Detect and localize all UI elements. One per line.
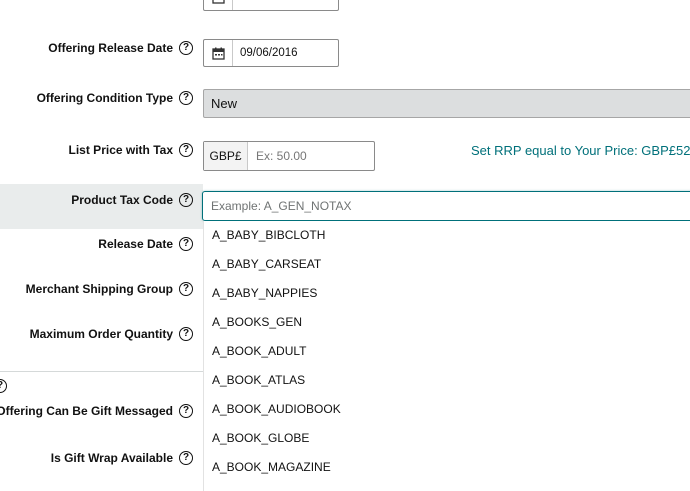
product-tax-code-input[interactable]: [203, 192, 690, 220]
question-circle-icon[interactable]: ?: [179, 192, 193, 207]
question-circle-icon[interactable]: ?: [0, 379, 7, 393]
calendar-icon[interactable]: [204, 0, 233, 10]
list-price-input[interactable]: [248, 142, 368, 170]
product-tax-code-field[interactable]: [202, 191, 690, 221]
merchant-shipping-group-label: Merchant Shipping Group?: [0, 281, 193, 296]
dropdown-option[interactable]: A_BABY_BIBCLOTH: [212, 228, 325, 242]
dropdown-option[interactable]: A_BABY_NAPPIES: [212, 286, 317, 300]
question-circle-icon[interactable]: ?: [179, 142, 193, 157]
product-tax-code-label: Product Tax Code?: [0, 192, 193, 207]
question-circle-icon[interactable]: ?: [179, 450, 193, 465]
dropdown-option[interactable]: A_BABY_CARSEAT: [212, 257, 321, 271]
gift-wrap-label: Is Gift Wrap Available?: [0, 450, 193, 465]
offering-condition-type-label: Offering Condition Type?: [0, 90, 193, 105]
release-date-label: Release Date?: [0, 236, 193, 251]
question-circle-icon[interactable]: ?: [179, 90, 193, 105]
top-date-field[interactable]: DD/MM/YYYY: [203, 0, 339, 11]
offering-condition-type-select[interactable]: New: [203, 89, 690, 118]
dropdown-option[interactable]: A_BOOK_ATLAS: [212, 373, 305, 387]
offering-release-date-value: 09/06/2016: [240, 47, 298, 59]
list-price-label: List Price with Tax?: [0, 142, 193, 157]
question-circle-icon[interactable]: ?: [179, 236, 193, 251]
section-divider: [0, 371, 203, 372]
set-rrp-link[interactable]: Set RRP equal to Your Price: GBP£52.10: [471, 143, 690, 158]
maximum-order-quantity-label: Maximum Order Quantity?: [0, 326, 193, 341]
currency-prefix: GBP£: [204, 142, 248, 170]
offering-release-date-label: Offering Release Date?: [0, 40, 193, 55]
gift-messaged-label: Offering Can Be Gift Messaged?: [0, 403, 193, 418]
calendar-icon[interactable]: [204, 40, 233, 66]
dropdown-option[interactable]: A_BOOKS_GEN: [212, 315, 302, 329]
question-circle-icon[interactable]: ?: [179, 326, 193, 341]
question-circle-icon[interactable]: ?: [179, 403, 193, 418]
dropdown-option[interactable]: A_BOOK_MAGAZINE: [212, 460, 331, 474]
dropdown-option[interactable]: A_BOOK_ADULT: [212, 344, 306, 358]
tax-code-dropdown[interactable]: A_BABY_BIBCLOTH A_BABY_CARSEAT A_BABY_NA…: [203, 221, 690, 491]
offering-release-date-field[interactable]: 09/06/2016: [203, 39, 339, 67]
list-price-field[interactable]: GBP£: [203, 141, 375, 171]
dropdown-option[interactable]: A_BOOK_AUDIOBOOK: [212, 402, 341, 416]
question-circle-icon[interactable]: ?: [179, 281, 193, 296]
question-circle-icon[interactable]: ?: [179, 40, 193, 55]
dropdown-option[interactable]: A_BOOK_GLOBE: [212, 431, 309, 445]
top-date-value: DD/MM/YYYY: [240, 0, 313, 10]
